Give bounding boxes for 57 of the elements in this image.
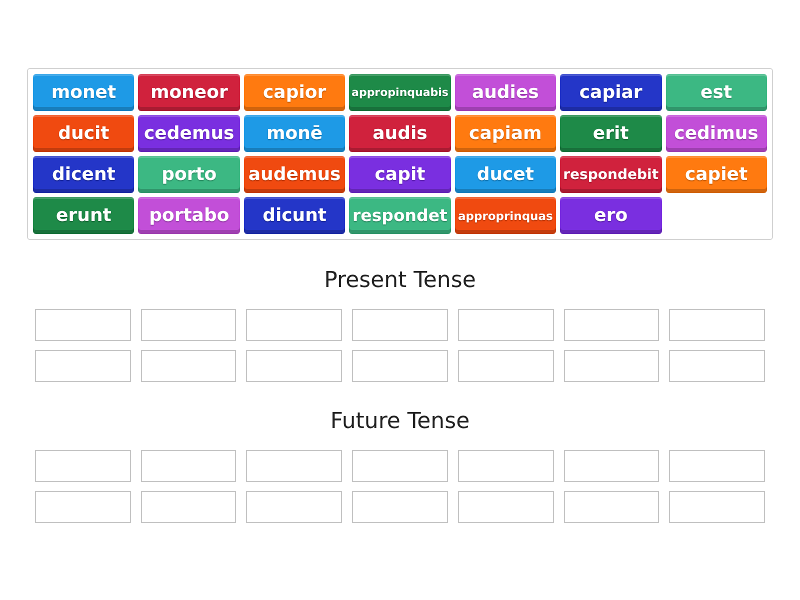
word-tile[interactable]: capiet xyxy=(666,156,767,193)
word-tile[interactable]: capiar xyxy=(560,74,662,111)
answer-box[interactable] xyxy=(35,350,131,382)
word-tile[interactable]: monet xyxy=(33,74,134,111)
word-tile[interactable]: audis xyxy=(349,115,451,152)
answer-box[interactable] xyxy=(35,491,131,523)
word-tile[interactable]: capior xyxy=(244,74,346,111)
answer-box[interactable] xyxy=(458,450,554,482)
answer-box[interactable] xyxy=(352,309,448,341)
answer-box[interactable] xyxy=(246,309,342,341)
word-tile[interactable]: monē xyxy=(244,115,346,152)
answer-box[interactable] xyxy=(35,309,131,341)
word-tile[interactable]: approprinquas xyxy=(454,197,556,234)
answer-box[interactable] xyxy=(140,491,236,523)
answer-box[interactable] xyxy=(140,350,236,382)
word-tile[interactable]: dicunt xyxy=(244,197,346,234)
word-tile[interactable]: dicent xyxy=(33,156,134,193)
word-tile[interactable]: porto xyxy=(138,156,240,193)
word-tile[interactable]: est xyxy=(666,74,767,111)
word-tile[interactable]: moneor xyxy=(138,74,240,111)
answer-box[interactable] xyxy=(458,350,554,382)
word-tile[interactable]: erunt xyxy=(33,197,134,234)
answer-box[interactable] xyxy=(458,491,554,523)
answer-box[interactable] xyxy=(564,450,660,482)
word-tile[interactable]: cedemus xyxy=(138,115,240,152)
word-tile[interactable]: respondebit xyxy=(560,156,662,193)
word-tile[interactable]: portabo xyxy=(138,197,240,234)
section-heading: Present Tense xyxy=(323,267,477,295)
word-tile[interactable]: respondet xyxy=(349,197,451,234)
answer-box[interactable] xyxy=(352,491,448,523)
answer-box[interactable] xyxy=(246,350,342,382)
answer-box[interactable] xyxy=(246,491,342,523)
word-tile[interactable]: audemus xyxy=(244,156,346,193)
word-tile[interactable]: erit xyxy=(560,115,662,152)
word-tile[interactable]: capit xyxy=(349,156,451,193)
word-tile[interactable]: cedimus xyxy=(666,115,767,152)
answer-box[interactable] xyxy=(564,491,660,523)
word-tile[interactable]: ero xyxy=(560,197,662,234)
answer-box[interactable] xyxy=(352,350,448,382)
word-tile[interactable]: appropinquabis xyxy=(349,74,451,111)
answer-box[interactable] xyxy=(246,450,342,482)
answer-box[interactable] xyxy=(352,450,448,482)
answer-box[interactable] xyxy=(669,350,765,382)
answer-box[interactable] xyxy=(140,309,236,341)
answer-box[interactable] xyxy=(669,491,765,523)
word-tile[interactable]: ducit xyxy=(33,115,134,152)
answer-box[interactable] xyxy=(669,450,765,482)
answer-box[interactable] xyxy=(564,309,660,341)
word-tile[interactable]: ducet xyxy=(454,156,556,193)
word-tile[interactable]: capiam xyxy=(454,115,556,152)
answer-box[interactable] xyxy=(35,450,131,482)
answer-box[interactable] xyxy=(458,309,554,341)
answer-box[interactable] xyxy=(140,450,236,482)
answer-box[interactable] xyxy=(669,309,765,341)
answer-box[interactable] xyxy=(564,350,660,382)
word-tile[interactable]: audies xyxy=(454,74,556,111)
section-heading: Future Tense xyxy=(329,408,471,436)
